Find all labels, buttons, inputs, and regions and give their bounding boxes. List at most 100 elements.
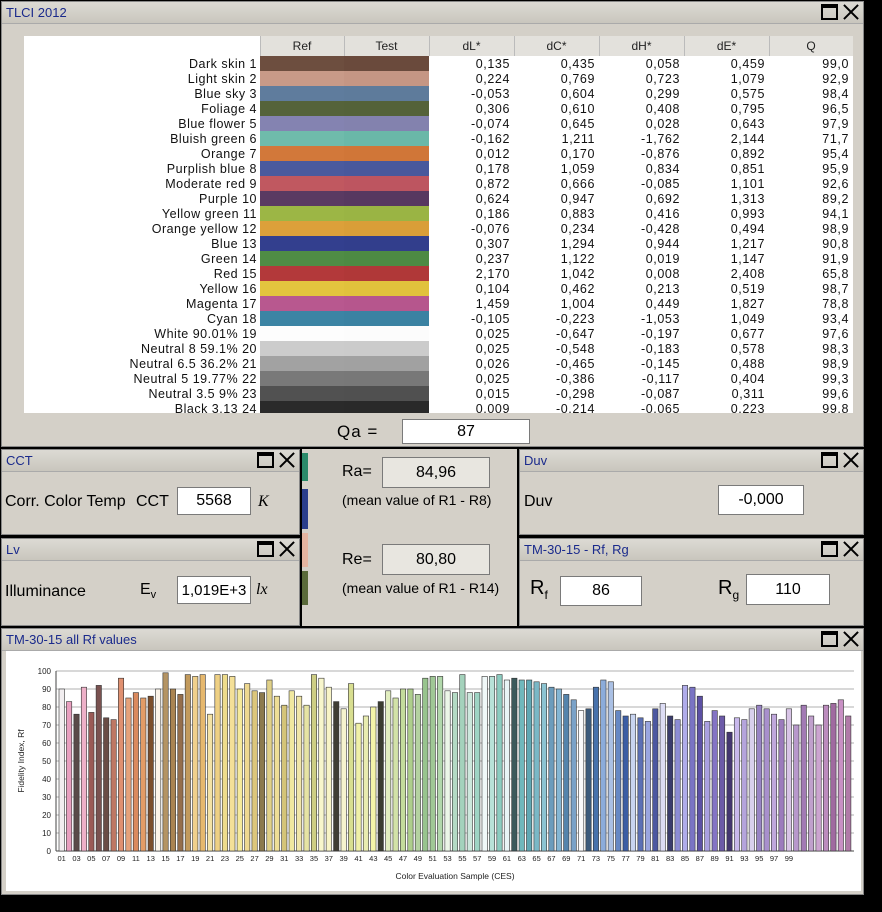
x-tick-label: 65 [532, 854, 540, 863]
table-row: Orange 7 0,012 0,170 -0,876 0,892 95,4 [24, 146, 853, 161]
de-value: 0,404 [730, 371, 765, 386]
dl-value: -0,162 [470, 131, 510, 146]
close-icon[interactable] [842, 541, 859, 557]
dh-value: 0,449 [645, 296, 680, 311]
rf-symbol-sub: f [544, 588, 548, 602]
ref-swatch [260, 251, 344, 266]
close-icon[interactable] [842, 631, 859, 647]
re-value-field[interactable]: 80,80 [382, 544, 490, 575]
close-icon[interactable] [278, 452, 295, 468]
rg-value-field[interactable]: 110 [746, 574, 830, 605]
cct-title: CCT [6, 453, 33, 468]
illuminance-value-field[interactable]: 1,019E+3 [177, 576, 251, 604]
duv-value-field[interactable]: -0,000 [718, 485, 804, 515]
rf-chart-area: 0 10 20 30 40 50 60 70 80 90 100 01 03 05 07 09 11 13 15 17… [6, 651, 861, 891]
ref-swatch [260, 131, 344, 146]
y-tick-label: 100 [38, 667, 52, 676]
ra-value-field[interactable]: 84,96 [382, 457, 490, 488]
rf-bar [355, 722, 362, 852]
maximize-icon[interactable] [821, 4, 838, 20]
x-axis-label: Color Evaluation Sample (CES) [395, 871, 514, 881]
dc-value: 1,211 [561, 131, 595, 146]
test-swatch [344, 401, 429, 413]
close-icon[interactable] [842, 4, 859, 20]
rf-bar [689, 686, 696, 852]
rf-bar [296, 695, 303, 852]
close-icon[interactable] [278, 541, 295, 557]
x-tick-label: 01 [57, 854, 65, 863]
dc-value: 1,042 [560, 266, 595, 281]
de-value: 0,851 [730, 161, 765, 176]
tm30-titlebar: TM-30-15 - Rf, Rg [520, 539, 863, 561]
patch-name: Moderate red 9 [165, 176, 257, 191]
ref-swatch [260, 191, 344, 206]
rf-bar [73, 713, 80, 852]
y-axis-label: Fidelity Index, Rf [16, 729, 26, 793]
duv-titlebar: Duv [520, 450, 863, 472]
maximize-icon[interactable] [821, 541, 838, 557]
dc-value: -0,548 [555, 341, 595, 356]
test-swatch [344, 386, 429, 401]
patch-name: Blue 13 [211, 236, 257, 251]
rf-bar [555, 688, 562, 852]
de-value: 0,677 [730, 326, 765, 341]
tlci-table-body: Dark skin 1 0,135 0,435 0,058 0,459 99,0 Light… [24, 56, 853, 413]
dc-value: 0,435 [560, 56, 595, 71]
de-value: 0,488 [730, 356, 765, 371]
rf-bar [637, 717, 644, 852]
rf-bar [348, 683, 355, 852]
ref-swatch [260, 371, 344, 386]
rf-bar [251, 690, 258, 852]
de-value: 1,101 [730, 176, 765, 191]
de-value: 0,643 [730, 116, 765, 131]
q-value: 65,8 [822, 266, 849, 281]
close-icon[interactable] [842, 452, 859, 468]
cct-value-field[interactable]: 5568 [177, 487, 251, 515]
rf-bar [273, 695, 280, 852]
rf-bar [570, 699, 577, 852]
y-tick-label: 70 [42, 721, 51, 730]
q-value: 95,9 [822, 161, 849, 176]
rf-bar [199, 674, 206, 852]
q-value: 90,8 [822, 236, 849, 251]
test-swatch [344, 116, 429, 131]
qa-value-field[interactable]: 87 [402, 419, 530, 444]
lv-title: Lv [6, 542, 20, 557]
table-row: Yellow green 11 0,186 0,883 0,416 0,993 94,1 [24, 206, 853, 221]
dh-value: -1,053 [640, 311, 680, 326]
dh-value: 0,019 [645, 251, 680, 266]
rf-bar [288, 690, 295, 852]
table-row: Blue 13 0,307 1,294 0,944 1,217 90,8 [24, 236, 853, 251]
table-row: Light skin 2 0,224 0,769 0,723 1,079 92,9 [24, 71, 853, 86]
rf-value-field[interactable]: 86 [560, 576, 642, 606]
rf-bar [563, 694, 570, 852]
ref-swatch [260, 221, 344, 236]
rf-bar [407, 688, 414, 852]
de-value: 2,408 [730, 266, 765, 281]
rf-bar [763, 708, 770, 852]
rf-bar [823, 704, 829, 852]
maximize-icon[interactable] [821, 631, 838, 647]
illuminance-label: Illuminance [5, 583, 86, 600]
maximize-icon[interactable] [257, 541, 274, 557]
test-swatch [344, 371, 429, 386]
dh-value: 0,408 [645, 101, 680, 116]
test-swatch [344, 56, 429, 71]
rf-bar [177, 694, 184, 852]
test-swatch [344, 236, 429, 251]
q-value: 78,8 [822, 296, 849, 311]
de-value: 0,459 [730, 56, 765, 71]
rf-symbol-main: R [530, 577, 545, 599]
maximize-icon[interactable] [821, 452, 838, 468]
dl-value: 0,178 [475, 161, 510, 176]
tlci-table: Ref Test dL* dC* dH* dE* Q Dark skin 1 0,… [24, 36, 853, 413]
maximize-icon[interactable] [257, 452, 274, 468]
dc-value: 0,666 [560, 176, 595, 191]
rf-bar [756, 704, 763, 852]
x-tick-label: 27 [250, 854, 258, 863]
table-row: Foliage 4 0,306 0,610 0,408 0,795 96,5 [24, 101, 853, 116]
rf-bar [370, 706, 377, 852]
y-tick-label: 20 [42, 811, 51, 820]
header-dh: dH* [599, 36, 685, 56]
ref-swatch [260, 176, 344, 191]
